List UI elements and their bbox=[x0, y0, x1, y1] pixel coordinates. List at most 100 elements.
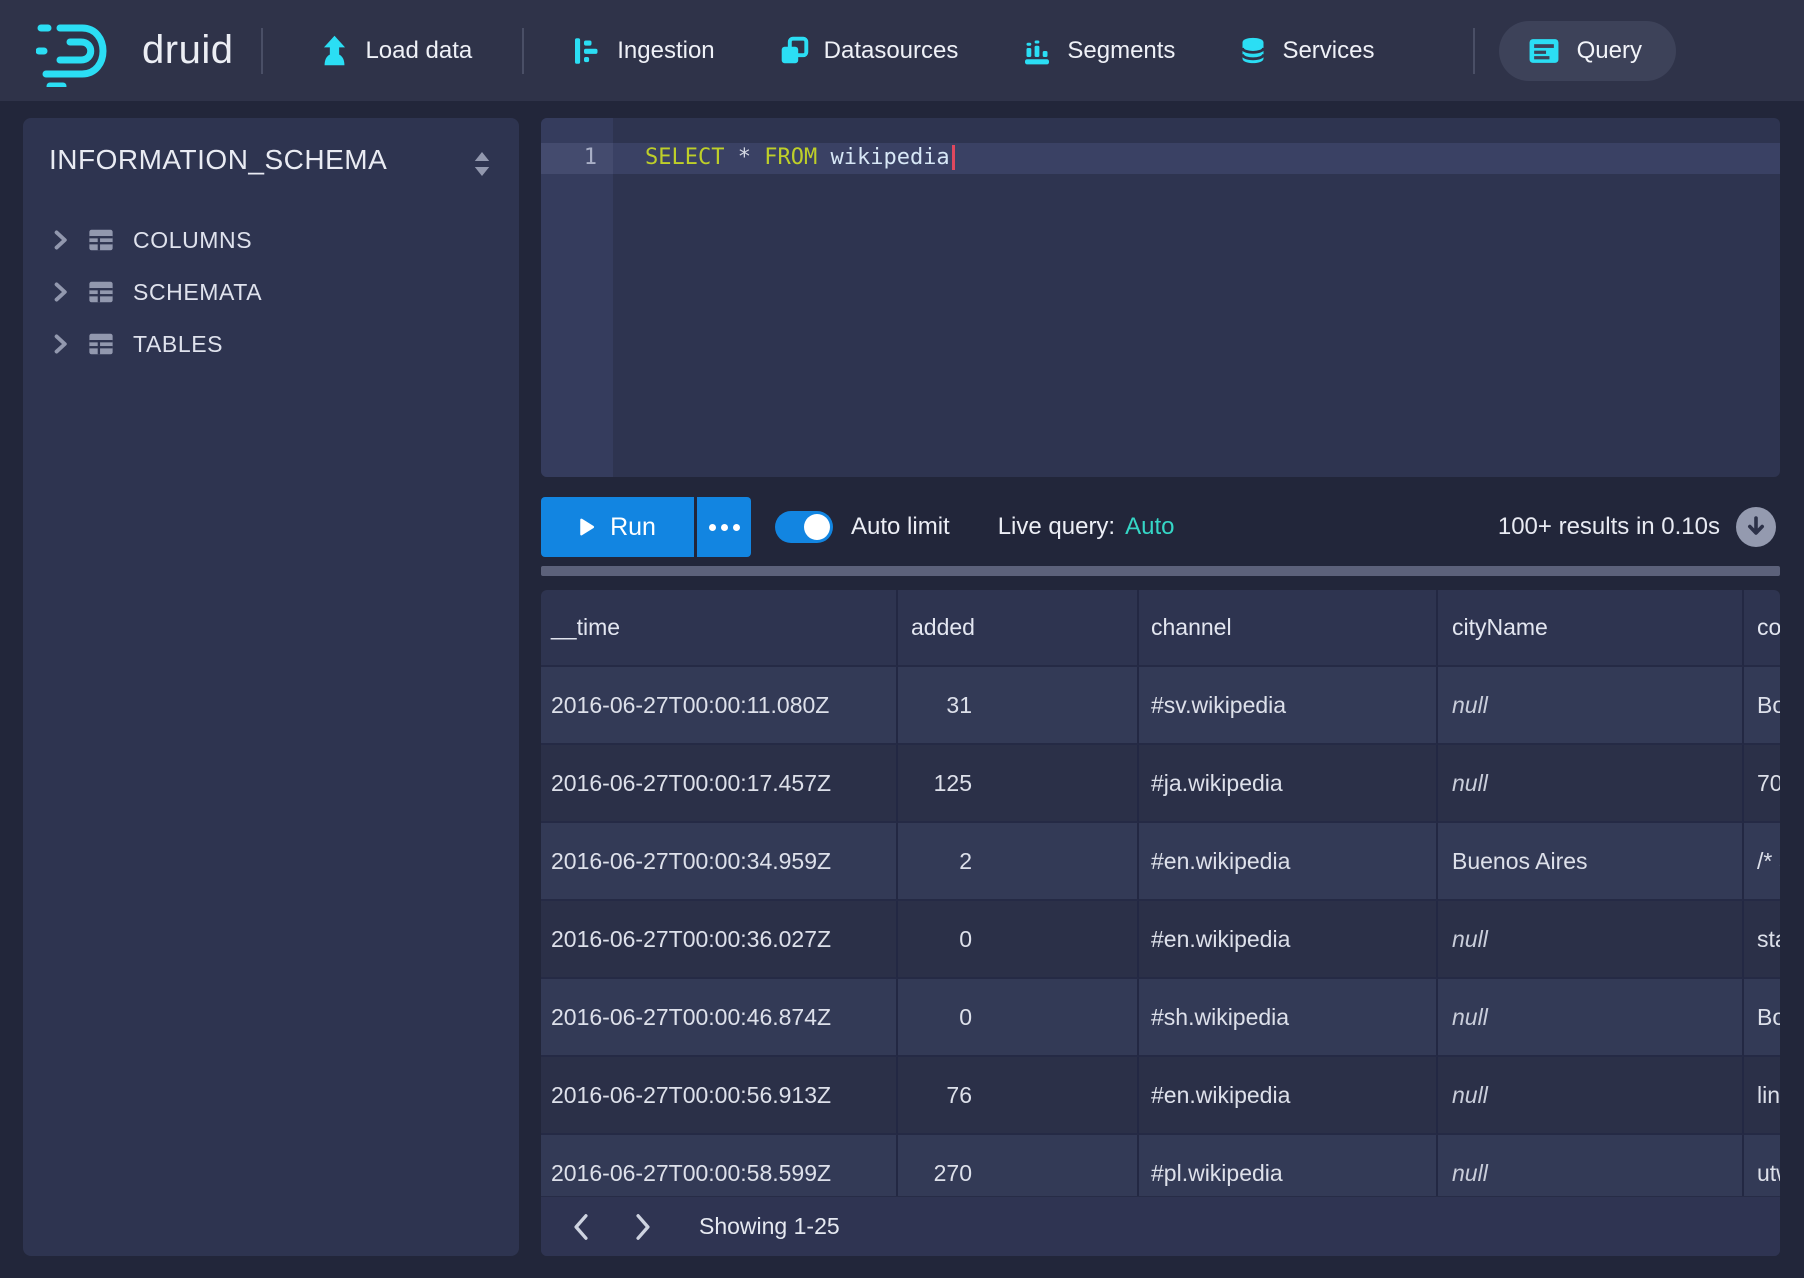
auto-limit-label: Auto limit bbox=[851, 513, 950, 541]
ellipsis-icon bbox=[709, 524, 716, 531]
cell-channel[interactable]: #sv.wikipedia bbox=[1139, 667, 1438, 745]
cell-cityname[interactable]: null bbox=[1438, 1057, 1744, 1135]
cell-channel[interactable]: #en.wikipedia bbox=[1139, 1057, 1438, 1135]
column-header-cityname[interactable]: cityName bbox=[1438, 590, 1744, 667]
logo-text: druid bbox=[142, 28, 233, 73]
line-number: 1 bbox=[541, 145, 597, 170]
cell-channel[interactable]: #sh.wikipedia bbox=[1139, 979, 1438, 1057]
tree-item-label: COLUMNS bbox=[133, 227, 252, 254]
cell-comment[interactable]: link bbox=[1744, 1057, 1780, 1135]
cell-comment[interactable]: sta bbox=[1744, 901, 1780, 979]
cell-time[interactable]: 2016-06-27T00:00:34.959Z bbox=[541, 823, 898, 901]
cell-comment[interactable]: 70. bbox=[1744, 745, 1780, 823]
auto-limit-toggle[interactable] bbox=[775, 511, 833, 543]
table-header-row: __time added channel cityName comment bbox=[541, 590, 1780, 667]
cell-cityname[interactable]: null bbox=[1438, 979, 1744, 1057]
cell-time[interactable]: 2016-06-27T00:00:17.457Z bbox=[541, 745, 898, 823]
run-button[interactable]: Run bbox=[541, 497, 694, 557]
chevron-right-icon[interactable] bbox=[49, 229, 71, 251]
cell-comment[interactable]: Bot bbox=[1744, 667, 1780, 745]
toggle-knob bbox=[804, 514, 830, 540]
ingestion-chart-icon bbox=[572, 36, 602, 66]
nav-item-query[interactable]: Query bbox=[1499, 21, 1676, 81]
nav-item-label: Load data bbox=[365, 37, 472, 65]
cell-time[interactable]: 2016-06-27T00:00:56.913Z bbox=[541, 1057, 898, 1135]
tree-item-columns[interactable]: COLUMNS bbox=[23, 214, 519, 266]
table-icon bbox=[87, 227, 115, 253]
live-query-value[interactable]: Auto bbox=[1125, 513, 1174, 541]
cell-channel[interactable]: #en.wikipedia bbox=[1139, 823, 1438, 901]
previous-page-button[interactable] bbox=[563, 1207, 599, 1247]
cell-added[interactable]: 31 bbox=[898, 667, 1139, 745]
top-navbar: druid Load data Ingestion Datasources bbox=[0, 0, 1804, 101]
results-summary: 100+ results in 0.10s bbox=[1498, 513, 1720, 541]
nav-item-label: Ingestion bbox=[617, 37, 714, 65]
cell-comment[interactable]: /* S bbox=[1744, 823, 1780, 901]
cell-added[interactable]: 76 bbox=[898, 1057, 1139, 1135]
tree-item-schemata[interactable]: SCHEMATA bbox=[23, 266, 519, 318]
chevron-right-icon[interactable] bbox=[49, 333, 71, 355]
column-header-time[interactable]: __time bbox=[541, 590, 898, 667]
cell-cityname[interactable]: null bbox=[1438, 901, 1744, 979]
cell-comment[interactable]: Bot bbox=[1744, 979, 1780, 1057]
chevron-left-icon bbox=[571, 1213, 591, 1241]
sql-keyword: SELECT bbox=[645, 145, 724, 170]
pagination-bar: Showing 1-25 bbox=[541, 1196, 1780, 1256]
sql-code-line[interactable]: SELECT * FROM wikipedia bbox=[645, 145, 955, 170]
services-database-icon bbox=[1239, 35, 1267, 66]
nav-item-label: Services bbox=[1282, 37, 1374, 65]
cell-added[interactable]: 0 bbox=[898, 979, 1139, 1057]
cell-channel[interactable]: #ja.wikipedia bbox=[1139, 745, 1438, 823]
nav-item-label: Datasources bbox=[824, 37, 959, 65]
sql-star: * bbox=[724, 145, 764, 170]
table-row: 2016-06-27T00:00:34.959Z 2 #en.wikipedia… bbox=[541, 823, 1780, 901]
chevron-right-icon bbox=[633, 1213, 653, 1241]
nav-item-services[interactable]: Services bbox=[1239, 35, 1374, 66]
nav-item-load-data[interactable]: Load data bbox=[319, 35, 472, 66]
table-row: 2016-06-27T00:00:11.080Z 31 #sv.wikipedi… bbox=[541, 667, 1780, 745]
column-header-comment[interactable]: comment bbox=[1744, 590, 1780, 667]
table-row: 2016-06-27T00:00:17.457Z 125 #ja.wikiped… bbox=[541, 745, 1780, 823]
double-caret-vertical-icon[interactable] bbox=[469, 149, 495, 184]
next-page-button[interactable] bbox=[625, 1207, 661, 1247]
cell-added[interactable]: 2 bbox=[898, 823, 1139, 901]
sql-editor[interactable]: 1 SELECT * FROM wikipedia bbox=[541, 118, 1780, 477]
nav-item-segments[interactable]: Segments bbox=[1022, 36, 1175, 66]
table-row: 2016-06-27T00:00:56.913Z 76 #en.wikipedi… bbox=[541, 1057, 1780, 1135]
table-row: 2016-06-27T00:00:36.027Z 0 #en.wikipedia… bbox=[541, 901, 1780, 979]
druid-logo[interactable]: druid bbox=[36, 15, 233, 87]
nav-item-label: Query bbox=[1577, 37, 1642, 65]
column-header-added[interactable]: added bbox=[898, 590, 1139, 667]
datasources-layers-icon bbox=[779, 36, 809, 66]
more-options-button[interactable] bbox=[697, 497, 751, 557]
cell-added[interactable]: 0 bbox=[898, 901, 1139, 979]
cell-channel[interactable]: #en.wikipedia bbox=[1139, 901, 1438, 979]
tree-item-tables[interactable]: TABLES bbox=[23, 318, 519, 370]
nav-item-ingestion[interactable]: Ingestion bbox=[572, 36, 714, 66]
showing-range-label: Showing 1-25 bbox=[699, 1213, 840, 1240]
text-cursor bbox=[952, 145, 955, 170]
upload-arrow-icon bbox=[319, 35, 350, 66]
download-results-button[interactable] bbox=[1736, 507, 1776, 547]
nav-item-datasources[interactable]: Datasources bbox=[779, 36, 959, 66]
cell-cityname[interactable]: null bbox=[1438, 667, 1744, 745]
cell-time[interactable]: 2016-06-27T00:00:11.080Z bbox=[541, 667, 898, 745]
chevron-right-icon[interactable] bbox=[49, 281, 71, 303]
cell-time[interactable]: 2016-06-27T00:00:36.027Z bbox=[541, 901, 898, 979]
query-run-bar: Run Auto limit Live query: Auto 100+ res… bbox=[541, 497, 1780, 557]
druid-logo-icon bbox=[36, 15, 124, 87]
download-circle-icon bbox=[1736, 507, 1776, 547]
column-header-channel[interactable]: channel bbox=[1139, 590, 1438, 667]
cell-cityname[interactable]: Buenos Aires bbox=[1438, 823, 1744, 901]
sql-keyword: FROM bbox=[764, 145, 817, 170]
panel-resize-handle[interactable] bbox=[541, 566, 1780, 576]
schema-sidebar: INFORMATION_SCHEMA COLUMNS bbox=[23, 118, 519, 1256]
table-icon bbox=[87, 331, 115, 357]
table-icon bbox=[87, 279, 115, 305]
cell-cityname[interactable]: null bbox=[1438, 745, 1744, 823]
play-icon bbox=[579, 518, 595, 536]
navbar-separator bbox=[261, 28, 263, 74]
cell-added[interactable]: 125 bbox=[898, 745, 1139, 823]
table-row: 2016-06-27T00:00:46.874Z 0 #sh.wikipedia… bbox=[541, 979, 1780, 1057]
cell-time[interactable]: 2016-06-27T00:00:46.874Z bbox=[541, 979, 898, 1057]
